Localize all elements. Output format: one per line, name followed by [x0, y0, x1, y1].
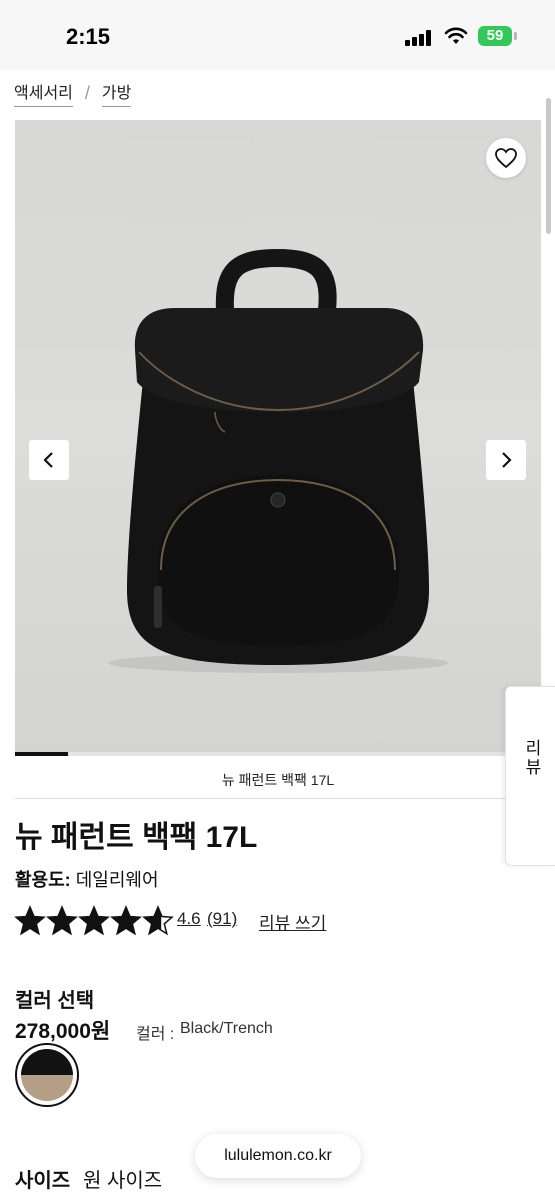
reviews-side-tab-label: 리뷰: [522, 739, 541, 777]
reviews-side-tab[interactable]: 리뷰: [505, 686, 555, 866]
color-swatch-black-trench: [21, 1049, 73, 1101]
wishlist-button[interactable]: [486, 138, 526, 178]
product-price: 278,000원: [15, 1020, 111, 1043]
activity-value: 데일리웨어: [75, 870, 159, 890]
activity-info: 활용도: 데일리웨어: [15, 866, 159, 892]
activity-label: 활용도:: [15, 870, 71, 890]
color-name-label: 컬러 :: [136, 1026, 175, 1043]
gallery-prev-button[interactable]: [29, 440, 69, 480]
gallery-progress-track: [15, 752, 541, 756]
breadcrumb-bags[interactable]: 가방: [101, 79, 132, 107]
product-title: 뉴 패런트 백팩 17L: [15, 821, 258, 854]
size-section-title: 사이즈: [15, 1170, 71, 1192]
chevron-right-icon: [502, 452, 512, 468]
color-swatch-selected[interactable]: [15, 1043, 79, 1107]
gallery-next-button[interactable]: [486, 440, 526, 480]
star-icon: [78, 905, 110, 936]
battery-icon: 59: [478, 26, 512, 46]
status-time: 2:15: [66, 24, 111, 49]
star-icon: [46, 905, 78, 936]
cellular-signal-icon: [405, 30, 435, 46]
rating-stars: [14, 905, 174, 937]
chevron-left-icon: [43, 452, 53, 468]
product-image-gallery[interactable]: [15, 120, 541, 756]
backpack-image: [108, 248, 448, 673]
wifi-icon: [444, 27, 468, 44]
color-name: Black/Trench: [180, 1020, 273, 1037]
breadcrumb: 액세서리 / 가방: [14, 78, 132, 108]
image-caption: 뉴 패런트 백팩 17L: [15, 762, 541, 799]
heart-icon: [495, 148, 517, 169]
battery-tip: [514, 32, 517, 40]
star-icon: [142, 905, 174, 936]
star-icon: [110, 905, 142, 936]
rating-value[interactable]: 4.6: [177, 909, 201, 929]
rating-count[interactable]: (91): [207, 909, 237, 929]
size-value: 원 사이즈: [83, 1170, 163, 1192]
breadcrumb-accessories[interactable]: 액세서리: [14, 79, 73, 107]
star-icon: [14, 905, 46, 936]
gallery-progress-fill: [15, 752, 68, 756]
browser-url-bar[interactable]: lululemon.co.kr: [195, 1134, 361, 1178]
breadcrumb-separator: /: [84, 82, 90, 103]
color-section-title: 컬러 선택: [15, 990, 95, 1012]
status-bar: 2:15 59: [0, 0, 555, 70]
write-review-link[interactable]: 리뷰 쓰기: [259, 909, 326, 934]
page-scrollbar[interactable]: [546, 98, 551, 234]
